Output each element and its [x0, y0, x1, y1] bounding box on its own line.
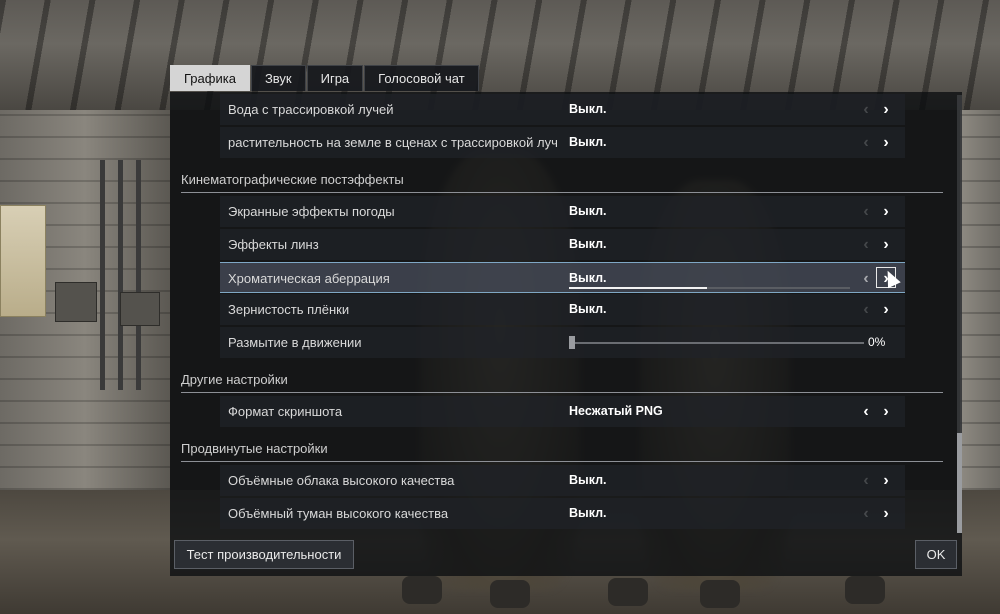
settings-tabs: Графика Звук Игра Голосовой чат — [170, 65, 480, 92]
setting-row-hq-volumetric-clouds[interactable]: Объёмные облака высокого качества Выкл. … — [220, 465, 905, 496]
setting-value: Выкл. — [569, 271, 607, 285]
background-pipe — [136, 160, 141, 390]
chevron-left-icon[interactable]: ‹ — [856, 470, 876, 491]
setting-label: Формат скриншота — [228, 404, 343, 419]
tab-sound[interactable]: Звук — [250, 65, 306, 91]
setting-value: Выкл. — [569, 102, 607, 116]
setting-row-raytraced-water[interactable]: Вода с трассировкой лучей Выкл. ‹ › — [220, 94, 905, 125]
chevron-left-icon[interactable]: ‹ — [856, 401, 876, 422]
background-electrical-box — [55, 282, 97, 322]
chevron-left-icon[interactable]: ‹ — [856, 99, 876, 120]
chevron-right-icon[interactable]: › — [876, 401, 896, 422]
background-pipe — [118, 160, 123, 390]
settings-list[interactable]: Вода с трассировкой лучей Выкл. ‹ › раст… — [170, 92, 956, 532]
chevron-left-icon[interactable]: ‹ — [856, 132, 876, 153]
motion-blur-slider[interactable] — [569, 342, 864, 344]
background-boot — [608, 578, 648, 606]
background-poster — [0, 205, 46, 317]
chevron-right-icon[interactable]: › — [876, 299, 896, 320]
chevron-left-icon[interactable]: ‹ — [856, 268, 876, 289]
chevron-left-icon[interactable]: ‹ — [856, 503, 876, 524]
chevron-left-icon[interactable]: ‹ — [856, 234, 876, 255]
setting-row-lens-effects[interactable]: Эффекты линз Выкл. ‹ › — [220, 229, 905, 260]
background-boot — [490, 580, 530, 608]
chevron-left-icon[interactable]: ‹ — [856, 299, 876, 320]
chevron-left-icon[interactable]: ‹ — [856, 201, 876, 222]
section-header-advanced: Продвинутые настройки — [181, 437, 943, 462]
section-header-other: Другие настройки — [181, 368, 943, 393]
chevron-right-icon[interactable]: › — [876, 503, 896, 524]
chevron-right-icon[interactable]: › — [876, 99, 896, 120]
tab-voice-chat[interactable]: Голосовой чат — [364, 65, 479, 91]
background-boot — [402, 576, 442, 604]
background-pipe — [100, 160, 105, 390]
setting-label: Экранные эффекты погоды — [228, 204, 395, 219]
chevron-right-icon[interactable]: › — [876, 201, 896, 222]
ok-button[interactable]: OK — [915, 540, 957, 569]
setting-label: Объёмные облака высокого качества — [228, 473, 455, 488]
setting-row-raytraced-vegetation[interactable]: растительность на земле в сценах с трасс… — [220, 127, 905, 158]
background-wall-right — [960, 110, 1000, 490]
setting-label: Вода с трассировкой лучей — [228, 102, 394, 117]
background-boot — [700, 580, 740, 608]
hold-progress-bar — [569, 287, 850, 289]
setting-row-film-grain[interactable]: Зернистость плёнки Выкл. ‹ › — [220, 294, 905, 325]
setting-value: Выкл. — [569, 302, 607, 316]
slider-handle[interactable] — [569, 336, 575, 349]
setting-label: Размытие в движении — [228, 335, 362, 350]
hold-progress-fill — [569, 287, 707, 289]
benchmark-button[interactable]: Тест производительности — [174, 540, 354, 569]
background-electrical-box — [120, 292, 160, 326]
setting-value: Выкл. — [569, 204, 607, 218]
setting-label: Эффекты линз — [228, 237, 319, 252]
setting-row-chromatic-aberration[interactable]: Хроматическая аберрация Выкл. ‹ › — [220, 262, 905, 293]
setting-label: Зернистость плёнки — [228, 302, 350, 317]
section-header-cinematic: Кинематографические постэффекты — [181, 168, 943, 193]
setting-value: Выкл. — [569, 473, 607, 487]
chevron-right-icon[interactable]: › — [876, 234, 896, 255]
setting-value: Несжатый PNG — [569, 404, 663, 418]
setting-label: Хроматическая аберрация — [228, 271, 390, 286]
settings-scrollbar[interactable] — [957, 95, 962, 533]
setting-value: Выкл. — [569, 237, 607, 251]
chevron-right-icon[interactable]: › — [876, 470, 896, 491]
tab-game[interactable]: Игра — [306, 65, 364, 91]
setting-row-hq-volumetric-fog[interactable]: Объёмный туман высокого качества Выкл. ‹… — [220, 498, 905, 529]
setting-value: Выкл. — [569, 135, 607, 149]
setting-row-weather-effects[interactable]: Экранные эффекты погоды Выкл. ‹ › — [220, 196, 905, 227]
tab-graphics[interactable]: Графика — [170, 65, 250, 91]
background-boot — [845, 576, 885, 604]
setting-label: Объёмный туман высокого качества — [228, 506, 449, 521]
slider-value: 0% — [868, 335, 886, 349]
chevron-right-icon[interactable]: › — [876, 132, 896, 153]
setting-row-screenshot-format[interactable]: Формат скриншота Несжатый PNG ‹ › — [220, 396, 905, 427]
scrollbar-thumb[interactable] — [957, 433, 962, 533]
setting-value: Выкл. — [569, 506, 607, 520]
setting-label: растительность на земле в сценах с трасс… — [228, 135, 558, 150]
setting-row-motion-blur[interactable]: Размытие в движении 0% — [220, 327, 905, 358]
